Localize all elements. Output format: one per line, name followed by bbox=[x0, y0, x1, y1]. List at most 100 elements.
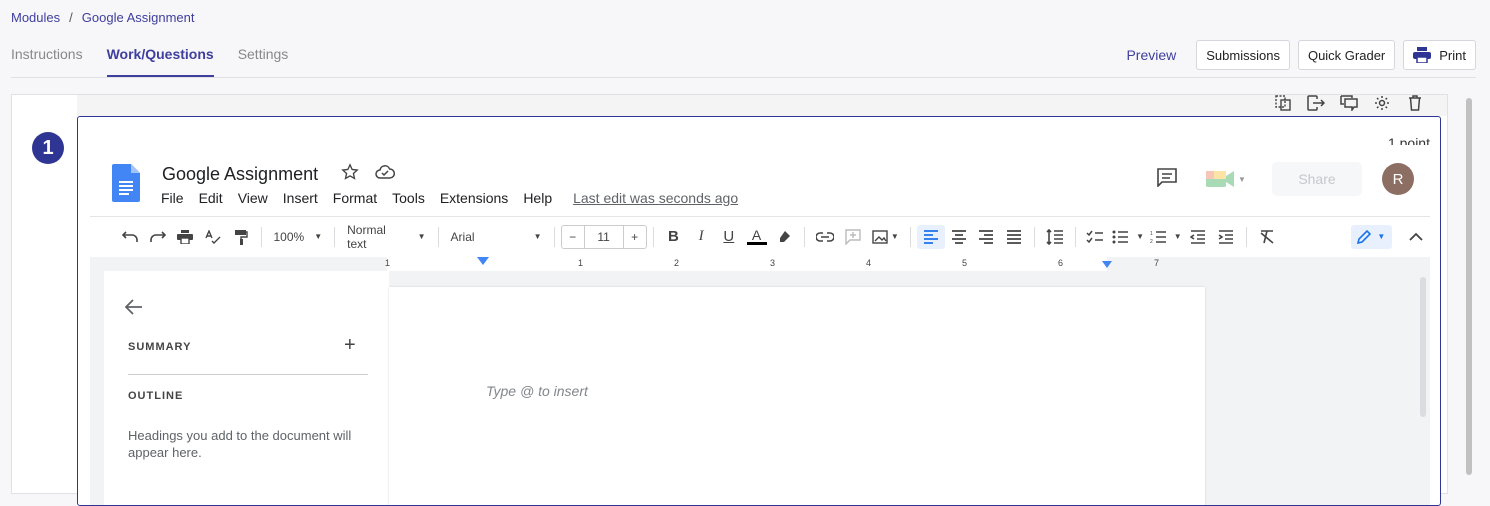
paint-format-icon[interactable] bbox=[227, 225, 255, 249]
align-center-icon[interactable] bbox=[945, 225, 973, 249]
decrease-indent-icon[interactable] bbox=[1184, 225, 1212, 249]
bulleted-list-icon[interactable]: ▼ bbox=[1109, 225, 1147, 249]
zoom-value: 100% bbox=[273, 229, 305, 244]
redo-icon[interactable] bbox=[144, 225, 172, 249]
checklist-icon[interactable] bbox=[1082, 225, 1110, 249]
caret-down-icon: ▼ bbox=[1377, 232, 1386, 241]
menu-extensions[interactable]: Extensions bbox=[440, 190, 508, 206]
numbered-list-icon[interactable]: 1 2 ▼ bbox=[1147, 225, 1185, 249]
font-size-value[interactable]: 11 bbox=[583, 225, 624, 248]
breadcrumb: Modules / Google Assignment bbox=[11, 10, 195, 25]
copy-icon[interactable] bbox=[1266, 95, 1299, 111]
decrease-font-size-button[interactable]: − bbox=[562, 230, 584, 244]
print-label: Print bbox=[1439, 47, 1466, 63]
undo-icon[interactable] bbox=[116, 225, 144, 249]
toolbar-divider bbox=[1074, 226, 1076, 247]
font-select[interactable]: Arial ▼ bbox=[445, 230, 548, 244]
text-style-select[interactable]: Normal text ▼ bbox=[341, 223, 431, 251]
ruler-number: 1 bbox=[578, 258, 584, 268]
comments-icon[interactable] bbox=[1332, 95, 1365, 111]
link-icon[interactable] bbox=[811, 225, 839, 249]
preview-link[interactable]: Preview bbox=[1126, 47, 1176, 63]
tab-settings[interactable]: Settings bbox=[238, 46, 289, 77]
chevron-up-icon[interactable] bbox=[1402, 225, 1430, 249]
insert-image-icon[interactable]: ▼ bbox=[866, 225, 904, 249]
question-toolbar-strip bbox=[77, 95, 1447, 116]
submissions-button[interactable]: Submissions bbox=[1196, 40, 1290, 70]
font-size-stepper[interactable]: − 11 + bbox=[560, 224, 647, 249]
toolbar-divider bbox=[553, 226, 555, 247]
last-edit-link[interactable]: Last edit was seconds ago bbox=[573, 190, 738, 206]
breadcrumb-separator: / bbox=[69, 10, 73, 25]
trash-icon[interactable] bbox=[1398, 95, 1431, 111]
menu-view[interactable]: View bbox=[238, 190, 268, 206]
move-out-icon[interactable] bbox=[1299, 95, 1332, 111]
menu-tools[interactable]: Tools bbox=[392, 190, 425, 206]
caret-down-icon: ▼ bbox=[533, 232, 542, 241]
menu-format[interactable]: Format bbox=[333, 190, 377, 206]
avatar[interactable]: R bbox=[1382, 163, 1414, 195]
bold-icon[interactable]: B bbox=[660, 225, 688, 249]
outline-sidebar: SUMMARY + OUTLINE Headings you add to th… bbox=[104, 271, 389, 505]
ruler-number: 6 bbox=[1058, 258, 1064, 268]
justify-icon[interactable] bbox=[1000, 225, 1028, 249]
menu-help[interactable]: Help bbox=[523, 190, 552, 206]
menu-edit[interactable]: Edit bbox=[199, 190, 223, 206]
caret-down-icon: ▼ bbox=[314, 232, 323, 241]
back-arrow-icon[interactable] bbox=[124, 299, 143, 320]
increase-font-size-button[interactable]: + bbox=[624, 230, 646, 244]
breadcrumb-modules-link[interactable]: Modules bbox=[11, 10, 60, 25]
document-title[interactable]: Google Assignment bbox=[162, 164, 318, 185]
meet-button[interactable]: ▼ bbox=[1206, 164, 1254, 194]
align-left-icon[interactable] bbox=[917, 224, 945, 249]
zoom-select[interactable]: 100% ▼ bbox=[268, 230, 329, 244]
header-actions: Preview Submissions Quick Grader Print bbox=[1126, 40, 1476, 70]
line-spacing-icon[interactable] bbox=[1041, 225, 1069, 249]
horizontal-ruler: 1 1 2 3 4 5 6 7 bbox=[90, 257, 1430, 271]
ruler-number: 5 bbox=[962, 258, 968, 268]
tab-instructions[interactable]: Instructions bbox=[11, 46, 83, 77]
assignment-tabs: Instructions Work/Questions Settings bbox=[11, 46, 312, 77]
outline-heading: OUTLINE bbox=[128, 390, 184, 402]
breadcrumb-current-link[interactable]: Google Assignment bbox=[82, 10, 195, 25]
toolbar-divider bbox=[1245, 226, 1247, 247]
print-button[interactable]: Print bbox=[1403, 40, 1476, 70]
menu-insert[interactable]: Insert bbox=[283, 190, 318, 206]
star-icon[interactable] bbox=[341, 163, 359, 186]
text-style-value: Normal text bbox=[347, 222, 386, 251]
add-comment-icon[interactable] bbox=[839, 225, 867, 249]
clear-formatting-icon[interactable] bbox=[1253, 225, 1281, 249]
question-card: 1 1 point Google Assignment File Edit Vi bbox=[11, 94, 1448, 506]
text-color-icon[interactable]: A bbox=[743, 225, 771, 249]
google-docs-logo-icon[interactable] bbox=[112, 164, 140, 207]
svg-text:1: 1 bbox=[1150, 231, 1153, 237]
document-page[interactable]: Type @ to insert bbox=[389, 287, 1205, 505]
italic-icon[interactable]: I bbox=[687, 225, 715, 249]
menu-file[interactable]: File bbox=[161, 190, 184, 206]
docs-scrollbar[interactable] bbox=[1420, 277, 1426, 417]
spellcheck-icon[interactable] bbox=[199, 225, 227, 249]
quick-grader-button[interactable]: Quick Grader bbox=[1297, 40, 1396, 70]
highlight-icon[interactable] bbox=[770, 225, 798, 249]
cloud-saved-icon[interactable] bbox=[375, 163, 396, 186]
sidebar-divider bbox=[128, 374, 368, 375]
page-scrollbar[interactable] bbox=[1466, 98, 1472, 475]
toolbar-divider bbox=[1033, 226, 1035, 247]
gear-icon[interactable] bbox=[1365, 95, 1398, 111]
meet-icon bbox=[1206, 171, 1234, 187]
question-tools bbox=[1266, 95, 1431, 111]
comment-history-icon[interactable] bbox=[1156, 167, 1178, 192]
share-button[interactable]: Share bbox=[1272, 162, 1362, 196]
underline-icon[interactable]: U bbox=[715, 225, 743, 249]
align-right-icon[interactable] bbox=[972, 225, 1000, 249]
tab-work-questions[interactable]: Work/Questions bbox=[106, 46, 214, 77]
caret-down-icon: ▼ bbox=[417, 232, 426, 241]
print-icon[interactable] bbox=[171, 225, 199, 249]
add-summary-icon[interactable]: + bbox=[344, 334, 356, 357]
docs-toolbar: 100% ▼ Normal text ▼ Arial ▼ − 11 + B I U A bbox=[90, 216, 1430, 256]
google-docs-embed: Google Assignment File Edit View Insert … bbox=[90, 145, 1430, 505]
insert-placeholder[interactable]: Type @ to insert bbox=[486, 383, 588, 399]
increase-indent-icon[interactable] bbox=[1212, 225, 1240, 249]
docs-header-right: ▼ Share R bbox=[1156, 162, 1414, 196]
editing-mode-button[interactable]: ▼ bbox=[1350, 224, 1393, 249]
